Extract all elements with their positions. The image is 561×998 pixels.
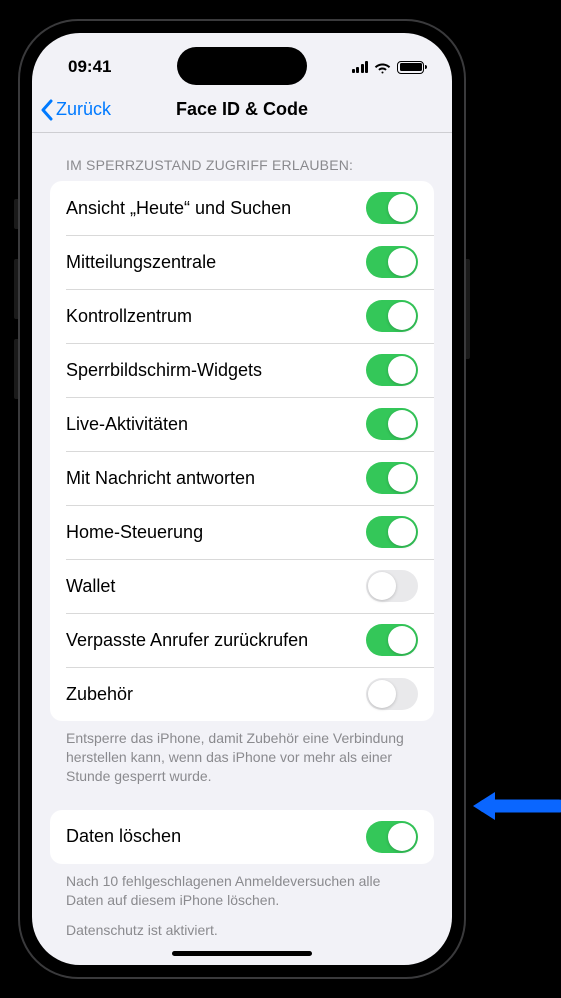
toggle-knob	[388, 518, 416, 546]
row-label: Mit Nachricht antworten	[66, 468, 255, 489]
phone-side-buttons-right	[466, 259, 470, 359]
content-scroll[interactable]: Im Sperrzustand Zugriff erlauben: Ansich…	[32, 133, 452, 965]
row-label: Wallet	[66, 576, 115, 597]
list-row: Mit Nachricht antworten	[50, 451, 434, 505]
back-label: Zurück	[56, 99, 111, 120]
toggle-switch[interactable]	[366, 408, 418, 440]
lockscreen-access-group: Ansicht „Heute“ und Suchen Mitteilungszen…	[50, 181, 434, 721]
chevron-left-icon	[40, 99, 54, 121]
toggle-knob	[368, 572, 396, 600]
wifi-icon	[374, 61, 391, 74]
toggle-knob	[388, 823, 416, 851]
page-title: Face ID & Code	[176, 99, 308, 120]
phone-side-buttons-left	[14, 199, 18, 419]
toggle-switch[interactable]	[366, 570, 418, 602]
row-label: Sperrbildschirm-Widgets	[66, 360, 262, 381]
toggle-switch[interactable]	[366, 516, 418, 548]
toggle-switch[interactable]	[366, 624, 418, 656]
status-indicators	[352, 61, 425, 74]
list-row: Verpasste Anrufer zurückrufen	[50, 613, 434, 667]
status-time: 09:41	[68, 57, 111, 77]
callout-arrow	[473, 788, 561, 824]
battery-icon	[397, 61, 424, 74]
toggle-switch[interactable]	[366, 462, 418, 494]
row-label: Live-Aktivitäten	[66, 414, 188, 435]
list-row: Zubehör	[50, 667, 434, 721]
list-row: Wallet	[50, 559, 434, 613]
section-footer-privacy: Datenschutz ist aktiviert.	[50, 909, 434, 940]
row-label: Home-Steuerung	[66, 522, 203, 543]
list-row: Ansicht „Heute“ und Suchen	[50, 181, 434, 235]
section-footer-erase: Nach 10 fehlgeschlagenen Anmeldeversuche…	[50, 864, 434, 910]
section-footer-accessories: Entsperre das iPhone, damit Zubehör eine…	[50, 721, 434, 786]
row-label: Verpasste Anrufer zurückrufen	[66, 630, 308, 651]
toggle-switch[interactable]	[366, 192, 418, 224]
toggle-knob	[368, 680, 396, 708]
section-header-lockscreen-access: Im Sperrzustand Zugriff erlauben:	[50, 133, 434, 181]
toggle-knob	[388, 464, 416, 492]
list-row: Home-Steuerung	[50, 505, 434, 559]
row-label: Zubehör	[66, 684, 133, 705]
row-label: Ansicht „Heute“ und Suchen	[66, 198, 291, 219]
toggle-knob	[388, 410, 416, 438]
home-indicator[interactable]	[172, 951, 312, 956]
toggle-knob	[388, 626, 416, 654]
cellular-signal-icon	[352, 61, 369, 73]
phone-frame: 09:41 Zurück Face ID & Code Im Sp	[18, 19, 466, 979]
row-label: Kontrollzentrum	[66, 306, 192, 327]
row-label: Mitteilungszentrale	[66, 252, 216, 273]
list-row: Sperrbildschirm-Widgets	[50, 343, 434, 397]
toggle-switch[interactable]	[366, 678, 418, 710]
row-label: Daten löschen	[66, 826, 181, 847]
toggle-switch[interactable]	[366, 354, 418, 386]
back-button[interactable]: Zurück	[40, 99, 111, 121]
nav-bar: Zurück Face ID & Code	[32, 87, 452, 133]
toggle-knob	[388, 356, 416, 384]
toggle-switch[interactable]	[366, 821, 418, 853]
screen: 09:41 Zurück Face ID & Code Im Sp	[32, 33, 452, 965]
toggle-switch[interactable]	[366, 300, 418, 332]
erase-data-group: Daten löschen	[50, 810, 434, 864]
toggle-knob	[388, 302, 416, 330]
list-row: Daten löschen	[50, 810, 434, 864]
list-row: Kontrollzentrum	[50, 289, 434, 343]
dynamic-island	[177, 47, 307, 85]
toggle-knob	[388, 194, 416, 222]
list-row: Live-Aktivitäten	[50, 397, 434, 451]
toggle-switch[interactable]	[366, 246, 418, 278]
toggle-knob	[388, 248, 416, 276]
list-row: Mitteilungszentrale	[50, 235, 434, 289]
